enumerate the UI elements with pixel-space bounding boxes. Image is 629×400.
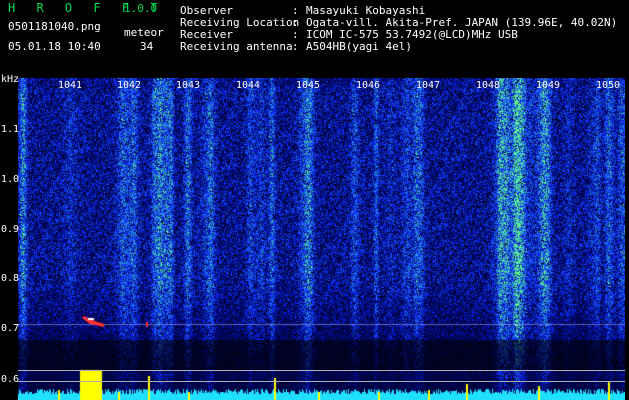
x-tick-label: 1043	[176, 80, 201, 91]
app-version: 1.0.0	[124, 2, 158, 15]
y-tick-label: 1.1	[1, 124, 20, 135]
spectrogram-plot	[18, 78, 625, 400]
x-tick-label: 1050	[596, 80, 621, 91]
capture-datetime: 05.01.18 10:40	[8, 40, 101, 53]
spectrogram-canvas	[18, 78, 625, 400]
antenna-label: Receiving antenna	[180, 40, 293, 53]
file-name: 0501181040.png	[8, 20, 101, 33]
meteor-count: 34	[140, 40, 154, 53]
y-tick-label: 0.6	[1, 374, 20, 385]
hroft-spectrogram-window: H R O F F T 1.0.0 0501181040.png meteor …	[0, 0, 629, 400]
y-tick-label: 0.9	[1, 224, 20, 235]
x-tick-label: 1049	[536, 80, 561, 91]
x-tick-label: 1042	[117, 80, 142, 91]
y-tick-label: 1.0	[1, 174, 20, 185]
x-tick-label: 1048	[476, 80, 501, 91]
x-tick-label: 1045	[296, 80, 321, 91]
x-tick-label: 1046	[356, 80, 381, 91]
y-tick-label: 0.8	[1, 273, 20, 284]
x-tick-label: 1044	[236, 80, 261, 91]
y-axis-unit: kHz	[1, 74, 20, 85]
x-tick-label: 1047	[416, 80, 441, 91]
y-tick-label: 0.7	[1, 323, 20, 334]
baseline-grid-lower	[18, 381, 625, 382]
antenna-value: A504HB(yagi 4el)	[306, 40, 412, 53]
antenna-colon: :	[292, 40, 299, 53]
baseline-grid-upper	[18, 370, 625, 371]
x-tick-label: 1041	[58, 80, 83, 91]
meteor-label: meteor	[124, 26, 164, 39]
